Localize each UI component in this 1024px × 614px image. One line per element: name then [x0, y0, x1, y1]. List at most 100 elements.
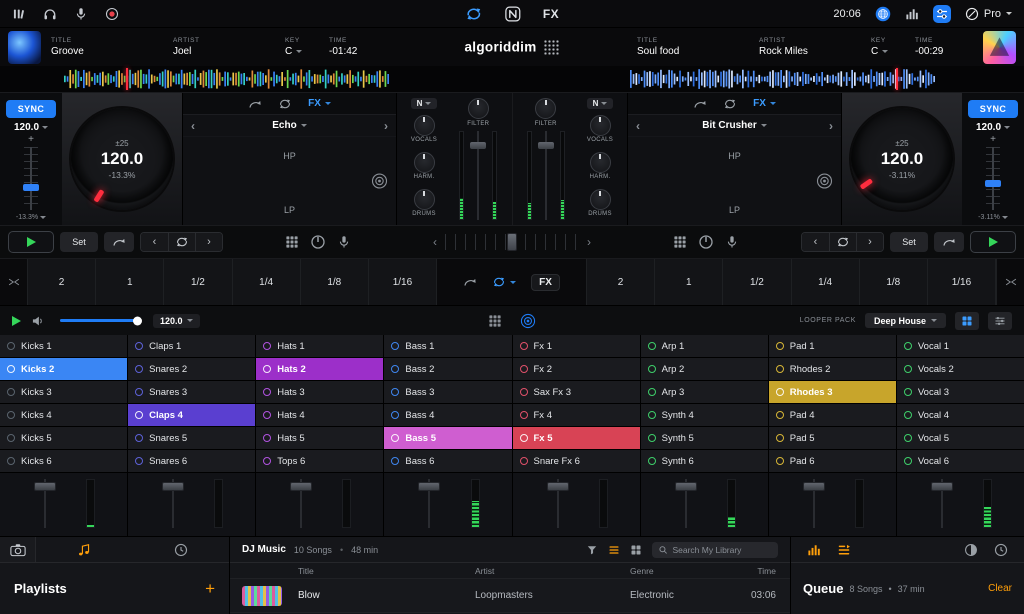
- looper-volume-icon[interactable]: [31, 314, 45, 328]
- pads-icon[interactable]: [673, 235, 687, 249]
- deck-a-bpm-select[interactable]: 120.0: [14, 122, 48, 133]
- deck-a-album-art[interactable]: [8, 31, 41, 64]
- looper-pad[interactable]: Bass 6: [384, 450, 511, 473]
- queue-list-icon[interactable]: [837, 543, 851, 557]
- loop-toggle-button[interactable]: [168, 233, 195, 251]
- fader-handle[interactable]: [290, 482, 312, 491]
- looper-pad[interactable]: Kicks 6: [0, 450, 127, 473]
- looper-pad[interactable]: Vocal 3: [897, 381, 1024, 404]
- deck-b-neural-button[interactable]: N: [587, 98, 614, 109]
- looper-pad[interactable]: Pad 1: [769, 335, 896, 358]
- channel-fader[interactable]: [547, 479, 569, 528]
- looper-pad[interactable]: Hats 1: [256, 335, 383, 358]
- quantize-icon[interactable]: [463, 275, 477, 289]
- looper-pad[interactable]: Rhodes 3: [769, 381, 896, 404]
- track-row[interactable]: BlowLoopmastersElectronic03:06: [230, 579, 790, 613]
- history-tab-icon[interactable]: [174, 543, 188, 557]
- channel-fader[interactable]: [290, 479, 312, 528]
- filter-icon[interactable]: [586, 544, 598, 556]
- header-artist[interactable]: Artist: [475, 566, 630, 576]
- looper-pad[interactable]: Snares 6: [128, 450, 255, 473]
- deck-a-jog-wheel[interactable]: ±25 120.0 -13.3%: [71, 108, 173, 210]
- looper-mixer-toggle[interactable]: [988, 312, 1012, 330]
- looper-volume-slider[interactable]: [60, 319, 138, 322]
- looper-pad[interactable]: Arp 2: [641, 358, 768, 381]
- deck-b-vocals-knob[interactable]: [590, 115, 611, 136]
- crossfader-left-arrow[interactable]: ‹: [433, 236, 437, 248]
- deck-a-play-button[interactable]: [8, 231, 54, 253]
- fx-next-arrow[interactable]: ›: [384, 120, 388, 132]
- deck-b-pitch-slider[interactable]: [982, 147, 1004, 210]
- looper-pack-select[interactable]: Deep House: [865, 313, 946, 328]
- looper-pad[interactable]: Bass 1: [384, 335, 511, 358]
- clear-queue-button[interactable]: Clear: [988, 583, 1012, 594]
- channel-fader[interactable]: [931, 479, 953, 528]
- beat-length-1[interactable]: 1: [655, 259, 723, 305]
- fader-handle[interactable]: [547, 482, 569, 491]
- fader-handle[interactable]: [34, 482, 56, 491]
- looper-mode-icon[interactable]: [465, 5, 483, 23]
- looper-target-icon[interactable]: [520, 313, 536, 329]
- deck-b-fx-toggle[interactable]: FX: [753, 98, 776, 109]
- deck-a-pitch-slider[interactable]: [20, 147, 42, 210]
- deck-a-drums-knob[interactable]: [414, 189, 435, 210]
- channel-fader[interactable]: [418, 479, 440, 528]
- levels-icon[interactable]: [905, 7, 919, 21]
- library-icon[interactable]: [12, 7, 26, 21]
- beat-length-2[interactable]: 2: [587, 259, 655, 305]
- channel-fader[interactable]: [803, 479, 825, 528]
- loop-mode-select[interactable]: [492, 275, 516, 289]
- loop-icon[interactable]: [723, 97, 737, 111]
- looper-pad[interactable]: Kicks 5: [0, 427, 127, 450]
- channel-fader[interactable]: [162, 479, 184, 528]
- deck-b-cue-set-button[interactable]: Set: [890, 232, 928, 252]
- deck-a-cue-set-button[interactable]: Set: [60, 232, 98, 252]
- looper-bpm-select[interactable]: 120.0: [153, 314, 200, 328]
- loop-double-button[interactable]: ›: [195, 233, 222, 251]
- deck-a-harmonic-knob[interactable]: [414, 152, 435, 173]
- deck-a-pitch-offset[interactable]: -13.3%: [16, 214, 46, 221]
- deck-a-fx-xy-pad[interactable]: HP LP: [183, 137, 396, 225]
- history-icon[interactable]: [994, 543, 1008, 557]
- gain-knob-icon[interactable]: [698, 234, 714, 250]
- beat-length-1-4[interactable]: 1/4: [233, 259, 301, 305]
- volume-handle[interactable]: [133, 316, 142, 325]
- microphone-icon[interactable]: [74, 7, 88, 21]
- library-search[interactable]: [652, 542, 778, 558]
- looper-pad[interactable]: Hats 5: [256, 427, 383, 450]
- looper-pad[interactable]: Claps 1: [128, 335, 255, 358]
- loop-icon[interactable]: [278, 97, 292, 111]
- pitch-handle[interactable]: [985, 180, 1001, 187]
- search-input[interactable]: [672, 545, 772, 555]
- looper-pad[interactable]: Kicks 4: [0, 404, 127, 427]
- loop-halve-button[interactable]: ‹: [802, 233, 829, 251]
- fx-target-icon[interactable]: [371, 173, 388, 190]
- looper-pad[interactable]: Hats 2: [256, 358, 383, 381]
- library-name[interactable]: DJ Music: [242, 544, 286, 555]
- settings-icon[interactable]: [933, 5, 951, 23]
- list-view-icon[interactable]: [608, 544, 620, 556]
- deck-a-neural-button[interactable]: N: [411, 98, 438, 109]
- headphones-icon[interactable]: [43, 7, 57, 21]
- deck-b-waveform[interactable]: [630, 68, 936, 90]
- looper-pad[interactable]: Kicks 2: [0, 358, 127, 381]
- beat-length-1[interactable]: 1: [96, 259, 164, 305]
- beat-length-1-2[interactable]: 1/2: [164, 259, 232, 305]
- looper-pad[interactable]: Fx 4: [513, 404, 640, 427]
- deck-b-play-button[interactable]: [970, 231, 1016, 253]
- fader-handle[interactable]: [931, 482, 953, 491]
- looper-pad[interactable]: Vocal 6: [897, 450, 1024, 473]
- fx-beat-button[interactable]: FX: [531, 274, 560, 291]
- mic-icon[interactable]: [725, 235, 739, 249]
- grid-view-icon[interactable]: [630, 544, 642, 556]
- music-library-tab-icon[interactable]: [77, 543, 91, 557]
- fader-handle[interactable]: [538, 142, 554, 149]
- deck-b-bpm-select[interactable]: 120.0: [976, 122, 1010, 133]
- deck-a-fx-name[interactable]: Echo: [195, 120, 384, 131]
- pads-icon[interactable]: [285, 235, 299, 249]
- deck-a-key[interactable]: C: [285, 46, 329, 57]
- looper-pad[interactable]: Kicks 1: [0, 335, 127, 358]
- deck-b-quantize-button[interactable]: [934, 232, 964, 252]
- crossfader-right-arrow[interactable]: ›: [587, 236, 591, 248]
- beat-length-1-16[interactable]: 1/16: [369, 259, 437, 305]
